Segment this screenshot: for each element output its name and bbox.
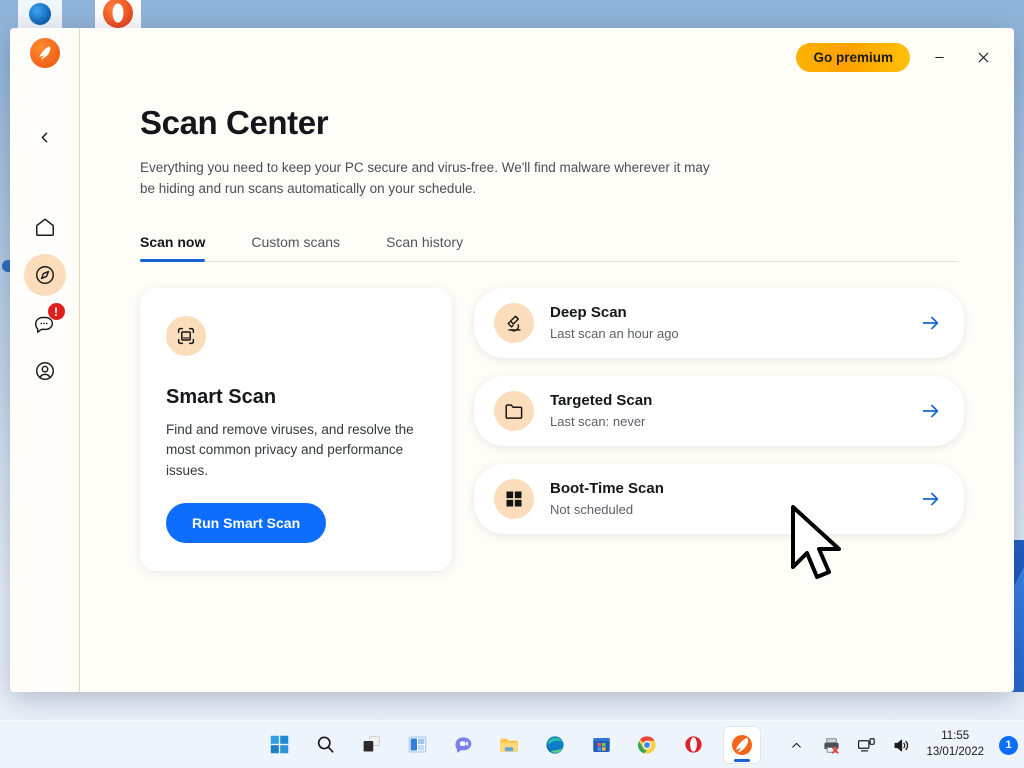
deep-scan-icon-wrap	[494, 302, 534, 343]
page-title: Scan Center	[140, 104, 329, 141]
clock-time: 11:55	[941, 730, 970, 743]
microscope-icon	[507, 315, 521, 332]
boot-time-scan-icon-wrap	[494, 478, 534, 519]
tab-scan-now[interactable]: Scan now	[140, 228, 231, 262]
deep-scan-title: Deep Scan	[550, 304, 627, 322]
network-icon	[857, 737, 875, 751]
window-controls: Go premium	[796, 42, 998, 72]
page-subtitle: Everything you need to keep your PC secu…	[140, 160, 710, 196]
tray-network-button[interactable]	[854, 733, 878, 757]
sidebar-item-home[interactable]	[24, 206, 66, 248]
avast-logo-icon[interactable]	[29, 38, 60, 68]
notification-badge[interactable]: 1	[999, 735, 1018, 755]
avast-icon	[732, 734, 752, 755]
targeted-scan-icon-wrap	[494, 390, 534, 431]
tab-custom-scans[interactable]: Custom scans	[251, 228, 366, 261]
taskbar-chrome-button[interactable]	[632, 730, 662, 760]
tab-bar: Scan now Custom scans Scan history	[140, 228, 958, 262]
taskbar: 11:55 13/01/2022 1	[0, 720, 1024, 768]
taskbar-widgets-button[interactable]	[402, 730, 432, 760]
smart-scan-icon-wrap	[166, 315, 206, 356]
windows-start-icon	[270, 735, 288, 754]
taskbar-apps	[264, 726, 760, 763]
home-icon	[35, 218, 54, 236]
boot-time-scan-arrow-button[interactable]	[920, 488, 942, 510]
arrow-right-icon	[922, 316, 939, 330]
desktop: ! Go premium Scan Center Everything you …	[0, 0, 1024, 768]
teams-chat-icon	[454, 737, 471, 753]
taskbar-store-button[interactable]	[586, 730, 616, 760]
boot-time-scan-title: Boot-Time Scan	[550, 480, 664, 498]
user-circle-icon	[35, 362, 54, 380]
compass-icon	[35, 266, 54, 284]
deep-scan-arrow-button[interactable]	[920, 312, 942, 334]
targeted-scan-status: Last scan: never	[550, 414, 646, 430]
taskbar-start-button[interactable]	[264, 730, 294, 760]
scan-frame-icon	[177, 327, 195, 344]
taskbar-opera-button[interactable]	[678, 730, 708, 760]
printer-error-icon	[824, 737, 839, 754]
go-premium-button[interactable]: Go premium	[796, 42, 910, 72]
folder-icon	[500, 738, 518, 752]
smart-scan-description: Find and remove viruses, and resolve the…	[166, 421, 414, 478]
close-icon	[978, 52, 988, 62]
tray-printer-button[interactable]	[819, 733, 843, 757]
main-content: Go premium Scan Center Everything you ne…	[80, 28, 1014, 692]
taskbar-chat-button[interactable]	[448, 730, 478, 760]
search-icon	[317, 736, 334, 753]
scan-options-list: Deep Scan Last scan an hour ago Targeted…	[474, 287, 964, 572]
close-button[interactable]	[968, 42, 998, 72]
widgets-icon	[408, 736, 426, 753]
opera-icon	[684, 736, 702, 753]
clock-date: 13/01/2022	[926, 746, 984, 758]
scan-row-deep-scan[interactable]: Deep Scan Last scan an hour ago	[474, 287, 964, 358]
system-tray: 11:55 13/01/2022 1	[784, 721, 1018, 768]
minimize-icon	[934, 56, 944, 58]
sidebar-item-account[interactable]	[24, 350, 66, 392]
sidebar: !	[10, 28, 80, 692]
arrow-right-icon	[922, 492, 939, 506]
scan-row-targeted-scan[interactable]: Targeted Scan Last scan: never	[474, 375, 964, 446]
microsoft-store-icon	[592, 738, 610, 753]
sidebar-back-button[interactable]	[24, 116, 66, 158]
run-smart-scan-button[interactable]: Run Smart Scan	[166, 503, 327, 544]
tab-scan-history[interactable]: Scan history	[386, 228, 489, 261]
sidebar-item-explore[interactable]	[23, 254, 66, 296]
taskbar-task-view-button[interactable]	[356, 730, 386, 760]
targeted-scan-arrow-button[interactable]	[920, 400, 942, 422]
folder-icon	[505, 404, 523, 419]
messages-alert-badge: !	[47, 303, 65, 320]
taskbar-search-button[interactable]	[310, 730, 340, 760]
deep-scan-status: Last scan an hour ago	[550, 326, 679, 342]
chevron-up-icon	[792, 742, 801, 748]
task-view-icon	[363, 736, 380, 752]
smart-scan-title: Smart Scan	[166, 385, 277, 408]
targeted-scan-title: Targeted Scan	[550, 392, 653, 410]
arrow-right-icon	[922, 404, 939, 418]
boot-time-scan-status: Not scheduled	[550, 502, 634, 518]
scan-row-boot-time-scan[interactable]: Boot-Time Scan Not scheduled	[474, 463, 964, 534]
opera-icon	[103, 0, 133, 28]
sidebar-item-messages[interactable]: !	[24, 302, 66, 344]
taskbar-edge-button[interactable]	[540, 730, 570, 760]
tray-volume-button[interactable]	[889, 733, 913, 757]
scan-panels: Smart Scan Find and remove viruses, and …	[140, 287, 1014, 572]
chevron-left-icon	[41, 132, 48, 142]
chrome-icon	[637, 735, 656, 754]
edge-icon	[29, 3, 51, 25]
avast-app-window: ! Go premium Scan Center Everything you …	[10, 28, 1014, 692]
taskbar-file-explorer-button[interactable]	[494, 730, 524, 760]
taskbar-clock[interactable]: 11:55 13/01/2022	[926, 729, 984, 760]
smart-scan-card[interactable]: Smart Scan Find and remove viruses, and …	[140, 287, 452, 572]
windows-logo-icon	[506, 491, 522, 507]
tray-overflow-button[interactable]	[784, 733, 808, 757]
taskbar-avast-button[interactable]	[724, 726, 760, 763]
volume-icon	[894, 739, 909, 751]
edge-icon	[546, 735, 564, 754]
minimize-button[interactable]	[924, 42, 954, 72]
